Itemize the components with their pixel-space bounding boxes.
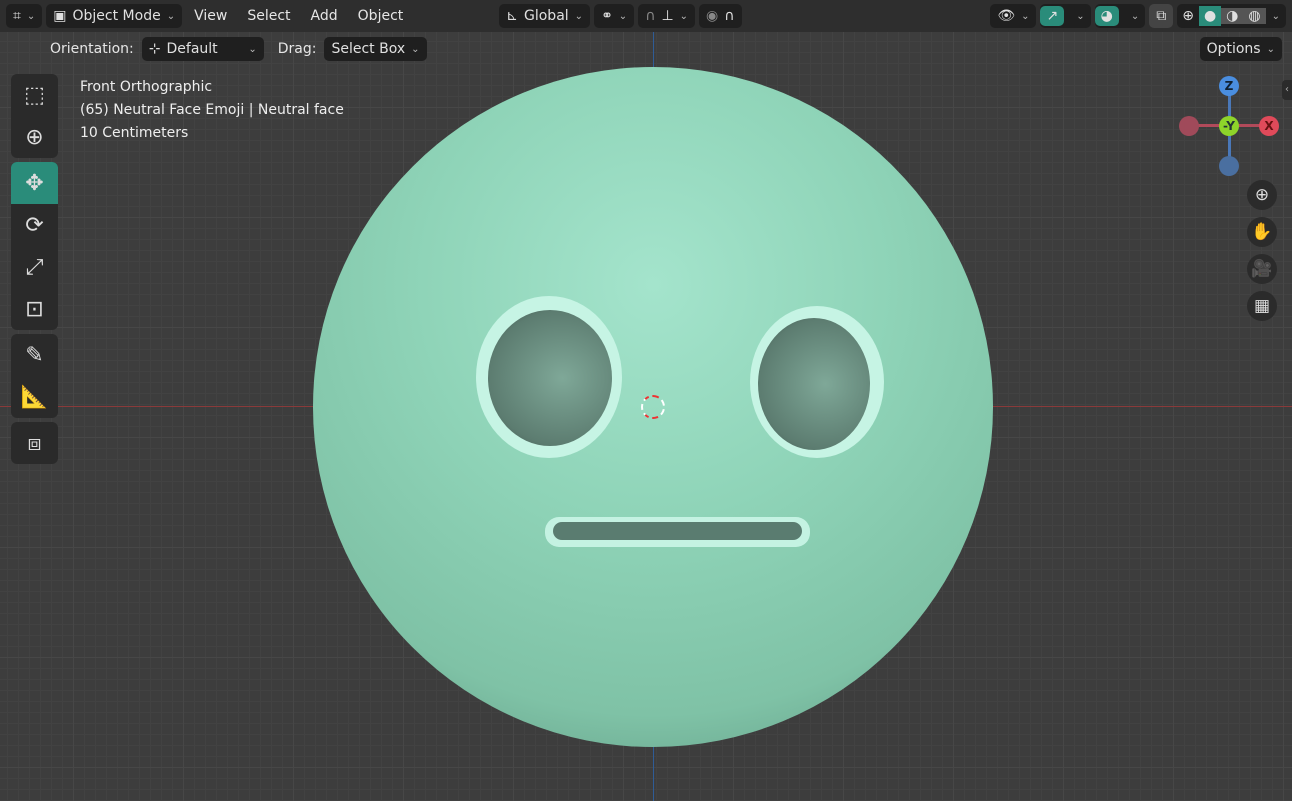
zoom-button[interactable]: ⊕ — [1247, 180, 1277, 210]
grid-icon: ▦ — [1253, 296, 1271, 316]
options-button[interactable]: Options ⌄ — [1199, 37, 1282, 61]
viewport-header: ⌗ ⌄ ▣ Object Mode ⌄ View Select Add Object … — [0, 0, 1292, 32]
proportional-editing-button[interactable]: ◉ ∩ — [699, 4, 742, 28]
overlays-icon: ◕ — [1094, 6, 1119, 26]
scale-tool[interactable]: ⤢ — [11, 246, 58, 288]
wireframe-shading-icon[interactable]: ⊕ — [1177, 8, 1199, 24]
gizmo-neg-x[interactable] — [1179, 116, 1199, 136]
transform-icon: ⊡ — [25, 296, 44, 322]
orientation-label: Orientation: — [50, 41, 134, 57]
perspective-toggle[interactable]: ▦ — [1247, 291, 1277, 321]
ruler-icon: 📐 — [20, 384, 49, 410]
left-eye — [488, 310, 612, 446]
magnet-icon: ∩ — [645, 8, 656, 24]
cursor-icon: ⊕ — [25, 124, 44, 150]
transform-tool[interactable]: ⊡ — [11, 288, 58, 330]
xray-toggle[interactable]: ⧉ — [1149, 4, 1174, 28]
orientation-default-icon: ⊹ — [148, 41, 161, 57]
snap-button[interactable]: ∩ ⊥ ⌄ — [638, 4, 696, 28]
eye-icon: 👁 — [997, 8, 1016, 24]
active-object: (65) Neutral Face Emoji | Neutral face — [80, 102, 344, 118]
gizmo-neg-z[interactable] — [1219, 156, 1239, 176]
menu-view[interactable]: View — [186, 8, 235, 24]
move-icon: ✥ — [25, 170, 44, 196]
visibility-button[interactable]: 👁 ⌄ — [990, 4, 1037, 28]
rotate-icon: ⟳ — [25, 212, 44, 238]
pivot-point-button[interactable]: ⚭ ⌄ — [594, 4, 635, 28]
material-shading-icon[interactable]: ◑ — [1221, 8, 1244, 24]
drag-label: Drag: — [277, 41, 317, 57]
gizmo-z[interactable]: Z — [1219, 76, 1239, 96]
add-cube-icon: ⧈ — [27, 430, 42, 456]
overlays-toggle[interactable]: ◕ ⌄ — [1094, 4, 1146, 28]
shading-modes[interactable]: ⊕ ● ◑ ◍ ⌄ — [1177, 4, 1286, 28]
orientation-icon: ⊾ — [506, 8, 518, 24]
mode-select[interactable]: ▣ Object Mode ⌄ — [46, 4, 183, 28]
3d-cursor-icon[interactable] — [641, 395, 665, 419]
move-tool[interactable]: ✥ — [11, 162, 58, 204]
pivot-icon: ⚭ — [601, 8, 613, 24]
snap-increment-icon: ⊥ — [661, 8, 674, 24]
menu-select[interactable]: Select — [239, 8, 298, 24]
rendered-shading-icon[interactable]: ◍ — [1243, 8, 1266, 24]
gizmo-x[interactable]: X — [1259, 116, 1279, 136]
pencil-icon: ✎ — [25, 342, 44, 368]
transform-orientation-select[interactable]: ⊾ Global ⌄ — [499, 4, 591, 28]
solid-shading-icon[interactable]: ● — [1198, 6, 1222, 26]
mouth — [545, 517, 810, 547]
rotate-tool[interactable]: ⟳ — [11, 204, 58, 246]
menu-object[interactable]: Object — [350, 8, 412, 24]
hand-icon: ✋ — [1251, 222, 1273, 242]
cursor-tool[interactable]: ⊕ — [11, 116, 58, 158]
zoom-icon: ⊕ — [1254, 185, 1270, 205]
camera-view-button[interactable]: 🎥 — [1247, 254, 1277, 284]
falloff-icon: ∩ — [724, 8, 735, 24]
toolbar: ⬚ ⊕ ✥ ⟳ ⤢ ⊡ ✎ 📐 ⧈ — [11, 74, 58, 464]
orientation-select[interactable]: ⊹ Default ⌄ — [141, 37, 264, 61]
view-name: Front Orthographic — [80, 79, 213, 95]
right-eye — [758, 318, 870, 450]
scale-icon: ⤢ — [25, 254, 44, 280]
add-cube-tool[interactable]: ⧈ — [11, 422, 58, 464]
gizmo-neg-y[interactable]: -Y — [1219, 116, 1239, 136]
pan-button[interactable]: ✋ — [1247, 217, 1277, 247]
sidebar-toggle-icon[interactable]: ‹ — [1282, 80, 1292, 100]
measure-tool[interactable]: 📐 — [11, 376, 58, 418]
xray-icon: ⧉ — [1156, 8, 1167, 24]
menu-add[interactable]: Add — [303, 8, 346, 24]
annotate-tool[interactable]: ✎ — [11, 334, 58, 376]
gizmo-icon: ↗ — [1040, 6, 1065, 26]
select-box-icon: ⬚ — [24, 82, 45, 108]
editor-type-icon: ⌗ — [13, 8, 21, 24]
select-box-tool[interactable]: ⬚ — [11, 74, 58, 116]
drag-select[interactable]: Select Box ⌄ — [324, 37, 427, 61]
object-mode-icon: ▣ — [53, 8, 67, 24]
editor-type-button[interactable]: ⌗ ⌄ — [6, 4, 43, 28]
grid-scale: 10 Centimeters — [80, 125, 189, 141]
gizmo-toggle[interactable]: ↗ ⌄ — [1040, 4, 1091, 28]
camera-icon: 🎥 — [1251, 259, 1273, 279]
tool-settings-bar: Orientation: ⊹ Default ⌄ Drag: Select Box ⌄ — [50, 37, 427, 61]
proportional-icon: ◉ — [706, 8, 719, 24]
viewport-info: Front Orthographic (65) Neutral Face Emo… — [80, 76, 344, 145]
shading-dropdown[interactable]: ⌄ — [1266, 11, 1286, 22]
